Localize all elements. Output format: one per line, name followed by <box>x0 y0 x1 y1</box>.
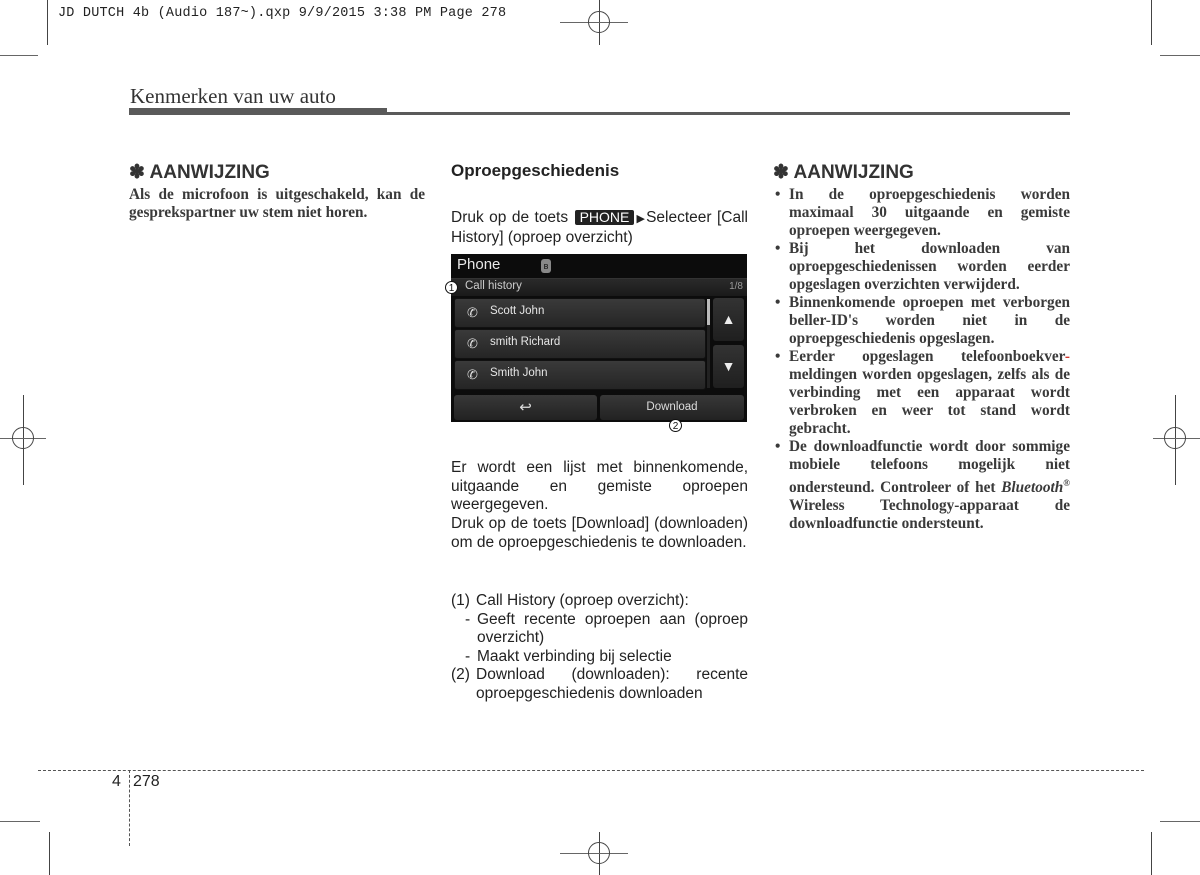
bullet-text: Eerder opgeslagen telefoonboekver <box>789 348 1065 365</box>
missed-call-icon: ✆ <box>467 367 478 382</box>
call-list-item[interactable]: ✆ Smith John <box>454 360 706 390</box>
back-button[interactable]: ↩ <box>454 395 597 420</box>
note-heading-text: AANWIJZING <box>793 162 914 183</box>
legend-subitem: - Geeft recente oproepen aan (oproep ove… <box>451 611 748 648</box>
registration-circle <box>1164 427 1186 449</box>
registration-circle <box>588 842 610 864</box>
legend-item: (2) Download (downloaden): recente oproe… <box>451 666 748 703</box>
note-bullet: Eerder opgeslagen telefoonboekver- meldi… <box>773 348 1070 438</box>
scrollbar-thumb[interactable] <box>707 299 710 325</box>
contact-name: Smith John <box>490 367 548 379</box>
legend-text: Geeft recente oproepen aan (oproep overz… <box>477 610 748 647</box>
outgoing-call-icon: ✆ <box>467 336 478 351</box>
registration-circle <box>12 427 34 449</box>
bullet-text: meldingen worden opgeslagen, zelfs als d… <box>789 366 1070 437</box>
asterisk-icon: ✽ <box>129 162 145 183</box>
legend-text: Call History (oproep overzicht): <box>476 592 689 609</box>
screen-title: Phone <box>457 256 501 273</box>
hyphen-accent: - <box>1064 348 1070 365</box>
paragraph-1: Er wordt een lijst met binnenkomende, ui… <box>451 459 748 513</box>
dash-bullet: - <box>465 610 471 628</box>
scroll-up-button[interactable]: ▲ <box>713 298 744 341</box>
registered-mark: ® <box>1063 478 1070 488</box>
legend-text: Download (downloaden): recente oproepges… <box>476 666 748 702</box>
call-list-item[interactable]: ✆ smith Richard <box>454 329 706 359</box>
legend-item: (1) Call History (oproep overzicht): <box>451 592 748 611</box>
bluetooth-term: Bluetooth <box>1001 479 1064 497</box>
bullet-text: Wireless Technology-apparaat de download… <box>789 497 1070 533</box>
back-icon: ↩ <box>519 399 532 416</box>
crop-mark <box>1151 0 1152 45</box>
download-button[interactable]: Download <box>600 395 744 420</box>
callout-1: 1 <box>445 281 458 294</box>
call-history-bar[interactable]: Call history 1/8 <box>451 278 747 296</box>
crop-mark <box>0 821 40 822</box>
paragraph-2: Druk op de toets [Download] (downloaden)… <box>451 515 748 551</box>
legend-list: (1) Call History (oproep overzicht): - G… <box>451 592 748 703</box>
asterisk-icon: ✽ <box>773 162 789 183</box>
bluetooth-icon: ʙ <box>541 259 551 273</box>
print-slug: JD DUTCH 4b (Audio 187~).qxp 9/9/2015 3:… <box>58 6 507 21</box>
instruction-pre: Druk op de toets <box>451 209 569 226</box>
callout-2: 2 <box>669 419 682 432</box>
note-bullet: In de oproepgeschiedenis worden maximaal… <box>773 186 1070 240</box>
crop-mark <box>0 55 38 56</box>
note-bullet-list: In de oproepgeschiedenis worden maximaal… <box>773 186 1070 533</box>
subsection-heading: Oproepgeschiedenis <box>451 161 620 180</box>
instruction-text: Druk op de toets PHONE ▶Selecteer [Call H… <box>451 209 748 247</box>
section-title: Kenmerken van uw auto <box>130 84 336 108</box>
arrow-up-icon: ▲ <box>721 311 736 327</box>
note-heading: ✽ AANWIJZING <box>773 161 914 184</box>
legend-number: (2) <box>451 666 470 683</box>
note-bullet: Binnenkomende oproepen met verborgen bel… <box>773 294 1070 348</box>
dash-bullet: - <box>465 647 471 665</box>
note-bullet: De downloadfunctie wordt door sommige mo… <box>773 438 1070 533</box>
call-list-item[interactable]: ✆ Scott John <box>454 298 706 328</box>
scroll-down-button[interactable]: ▼ <box>713 345 744 388</box>
crop-mark <box>1160 821 1200 822</box>
footer-rule <box>38 770 1144 771</box>
header-rule-thick <box>129 108 387 115</box>
contact-name: smith Richard <box>490 336 561 348</box>
note-heading-text: AANWIJZING <box>149 162 270 183</box>
legend-number: (1) <box>451 592 470 609</box>
legend-subitem: - Maakt verbinding bij selectie <box>451 648 748 667</box>
arrow-down-icon: ▼ <box>721 358 736 374</box>
arrow-right-icon: ▶ <box>635 213 647 225</box>
note-heading: ✽ AANWIJZING <box>129 161 270 184</box>
contact-name: Scott John <box>490 305 545 317</box>
phone-screen: Phone ʙ Call history 1/8 ✆ Scott John ✆ … <box>451 254 747 422</box>
crop-mark <box>49 832 50 875</box>
chapter-number: 4 <box>112 773 121 790</box>
crop-mark <box>47 0 48 45</box>
note-bullet: Bij het downloaden van oproepgeschiedeni… <box>773 240 1070 294</box>
header-rule-thin <box>387 112 1070 115</box>
note-body: Als de microfoon is uitgeschakeld, kan d… <box>129 186 425 221</box>
phone-key-badge: PHONE <box>574 210 635 225</box>
footer-divider <box>129 770 130 846</box>
crop-mark <box>1151 832 1152 875</box>
page-count: 1/8 <box>729 281 743 292</box>
outgoing-call-icon: ✆ <box>467 305 478 320</box>
page-number: 278 <box>133 773 160 790</box>
legend-text: Maakt verbinding bij selectie <box>477 647 672 665</box>
crop-mark <box>1160 55 1200 56</box>
call-history-label: Call history <box>465 280 522 292</box>
registration-circle <box>588 11 610 33</box>
